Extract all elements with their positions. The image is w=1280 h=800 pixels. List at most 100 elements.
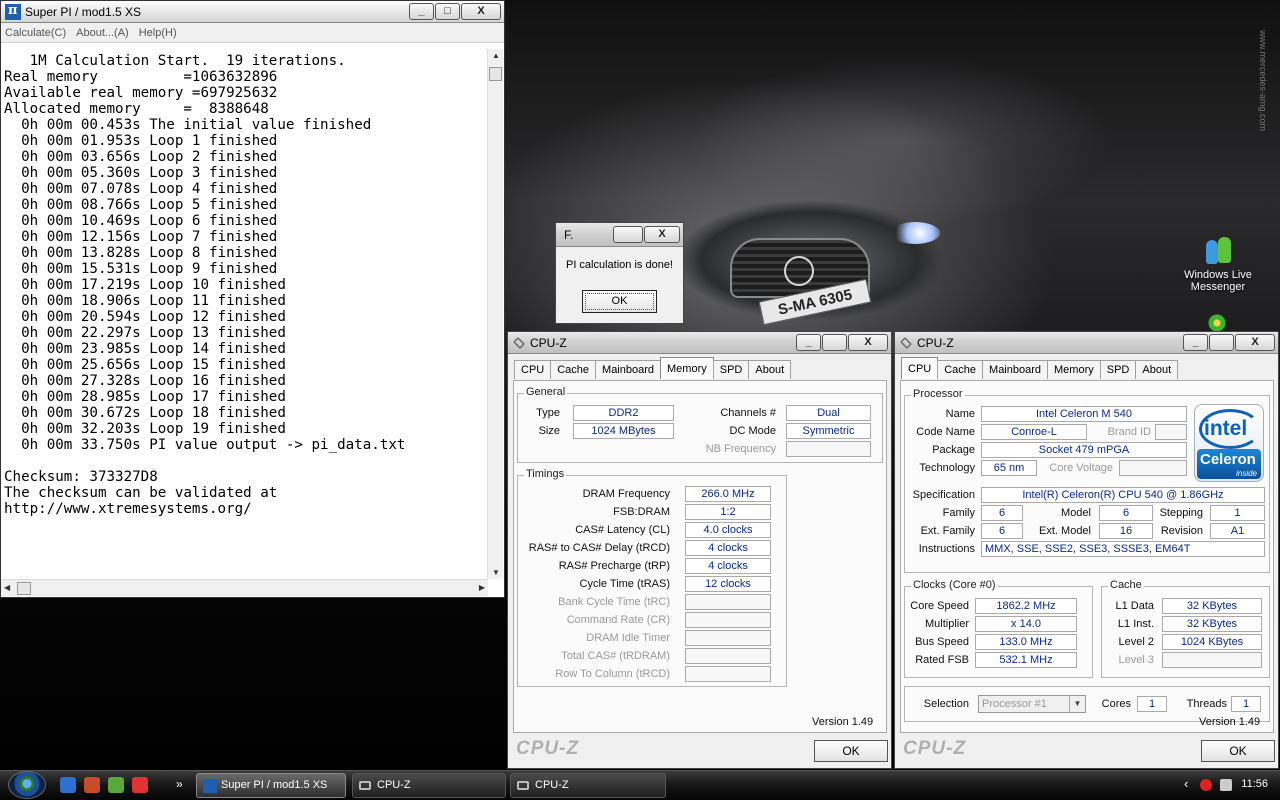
code-name-label: Code Name (916, 426, 975, 438)
tab-mainboard[interactable]: Mainboard (982, 360, 1049, 379)
intel-celeron-logo: intel Celeron inside (1194, 404, 1264, 482)
show-desktop-icon[interactable] (60, 777, 76, 793)
minimize-button[interactable]: _ (1183, 334, 1208, 351)
bus-speed-value: 133.0 MHz (975, 634, 1077, 650)
tab-spd[interactable]: SPD (1099, 360, 1137, 379)
group-title: Processor (911, 388, 965, 400)
ext-model-value: 16 (1099, 523, 1153, 539)
maximize-button[interactable] (1209, 334, 1234, 351)
menu-calculate[interactable]: Calculate(C) (5, 27, 66, 39)
timing-label: Bank Cycle Time (tRC) (558, 596, 670, 608)
desktop-icon-windows-live-messenger[interactable]: Windows Live Messenger (1172, 234, 1264, 293)
tab-about[interactable]: About (1135, 360, 1179, 379)
taskbar-button-superpi[interactable]: Super PI / mod1.5 XS (196, 773, 346, 798)
dialog-close-button[interactable]: X (644, 226, 680, 243)
tab-memory[interactable]: Memory (1047, 360, 1101, 379)
taskbar-button-cpuz-1[interactable]: CPU-Z (352, 773, 506, 798)
window-title: CPU-Z (917, 335, 954, 350)
cpuz-memory-titlebar[interactable]: CPU-Z _ X (508, 332, 891, 354)
output-line: Checksum: 373327D8 (4, 469, 158, 485)
nb-frequency-label: NB Frequency (705, 443, 776, 455)
processor-select[interactable]: Processor #1 ▼ (978, 695, 1086, 713)
tab-cpu[interactable]: CPU (901, 357, 939, 379)
vertical-scrollbar[interactable]: ▲ ▼ (487, 49, 503, 579)
output-line: 0h 00m 12.156s Loop 7 finished (4, 229, 278, 245)
name-value: Intel Celeron M 540 (981, 406, 1187, 422)
tab-about[interactable]: About (748, 360, 792, 379)
scroll-up-icon[interactable]: ▲ (492, 51, 500, 60)
tab-cache[interactable]: Cache (550, 360, 597, 379)
cpuz-cpu-titlebar[interactable]: CPU-Z _ X (895, 332, 1278, 354)
horizontal-scrollbar[interactable]: ◀ ▶ (1, 579, 488, 596)
taskbar-button-label: CPU-Z (377, 779, 411, 791)
volume-icon[interactable] (1220, 779, 1232, 791)
cpu-tab-page: Processor Name Intel Celeron M 540 Code … (900, 380, 1274, 733)
cpuz-app-icon (359, 781, 371, 790)
dialog-minimize-button[interactable] (613, 226, 643, 243)
rated-fsb-value: 532.1 MHz (975, 652, 1077, 668)
instructions-value: MMX, SSE, SSE2, SSE3, SSSE3, EM64T (981, 541, 1265, 557)
tab-cpu[interactable]: CPU (514, 360, 552, 379)
quick-launch-tool-icon[interactable] (108, 777, 124, 793)
horizontal-scroll-thumb[interactable] (17, 582, 31, 595)
tab-spd[interactable]: SPD (712, 360, 750, 379)
l1-inst-label: L1 Inst. (1117, 618, 1154, 630)
quick-launch-more-icon[interactable]: » (176, 777, 183, 791)
scroll-down-icon[interactable]: ▼ (492, 568, 500, 577)
start-button[interactable] (8, 771, 46, 799)
minimize-button[interactable]: _ (796, 334, 821, 351)
taskbar-clock[interactable]: 11:56 (1241, 778, 1268, 790)
menu-help[interactable]: Help(H) (139, 27, 177, 39)
minimize-button[interactable]: _ (409, 3, 434, 20)
vertical-scroll-thumb[interactable] (489, 67, 502, 81)
ok-button[interactable]: OK (1201, 740, 1275, 762)
output-line: Allocated memory = 8388648 (4, 101, 269, 117)
core-voltage-label: Core Voltage (1049, 462, 1113, 474)
dialog-titlebar[interactable]: F. X (556, 223, 683, 247)
timing-label: Command Rate (CR) (566, 614, 670, 626)
close-button[interactable]: X (848, 334, 888, 351)
threads-label: Threads (1186, 698, 1227, 710)
tab-cache[interactable]: Cache (937, 360, 984, 379)
level-3-value (1162, 652, 1262, 668)
level-2-value: 1024 KBytes (1162, 634, 1262, 650)
timing-value: 12 clocks (685, 576, 771, 592)
dialog-ok-button[interactable]: OK (582, 290, 657, 313)
group-title: Timings (524, 468, 567, 480)
scroll-left-icon[interactable]: ◀ (4, 583, 10, 592)
menu-about[interactable]: About...(A) (76, 27, 129, 39)
family-label: Family (942, 507, 975, 519)
stepping-label: Stepping (1159, 507, 1203, 519)
tab-memory[interactable]: Memory (660, 357, 714, 379)
maximize-button[interactable]: □ (435, 3, 460, 20)
wallpaper-watermark: www.mercedes-amg.com (1258, 30, 1268, 132)
model-value: 6 (1099, 505, 1153, 521)
tray-expand-icon[interactable]: ‹ (1184, 776, 1188, 791)
close-button[interactable]: X (1235, 334, 1275, 351)
superpi-titlebar[interactable]: Super PI / mod1.5 XS _ □ X (1, 1, 504, 23)
cpuz-app-icon (513, 336, 525, 349)
taskbar-button-cpuz-2[interactable]: CPU-Z (510, 773, 666, 798)
multiplier-value: x 14.0 (975, 616, 1077, 632)
tab-mainboard[interactable]: Mainboard (595, 360, 662, 379)
channels-value: Dual (786, 405, 871, 421)
specification-value: Intel(R) Celeron(R) CPU 540 @ 1.86GHz (981, 487, 1265, 503)
nb-frequency-value (786, 441, 871, 457)
quick-launch-media-icon[interactable] (132, 777, 148, 793)
ok-button[interactable]: OK (814, 740, 888, 762)
core-voltage-value (1119, 460, 1187, 476)
threads-value: 1 (1231, 696, 1261, 712)
scroll-right-icon[interactable]: ▶ (479, 583, 485, 592)
l1-data-label: L1 Data (1115, 600, 1154, 612)
timing-label: RAS# Precharge (tRP) (558, 560, 670, 572)
security-alert-icon[interactable] (1200, 779, 1212, 791)
ext-model-label: Ext. Model (1039, 525, 1091, 537)
timing-label: Total CAS# (tRDRAM) (561, 650, 670, 662)
dialog-message: PI calculation is done! (565, 259, 673, 271)
maximize-button[interactable] (822, 334, 847, 351)
quick-launch-app-icon[interactable] (84, 777, 100, 793)
package-value: Socket 479 mPGA (981, 442, 1187, 458)
calculation-output-text[interactable]: 1M Calculation Start. 19 iterations. Real… (1, 49, 488, 579)
close-button[interactable]: X (461, 3, 501, 20)
